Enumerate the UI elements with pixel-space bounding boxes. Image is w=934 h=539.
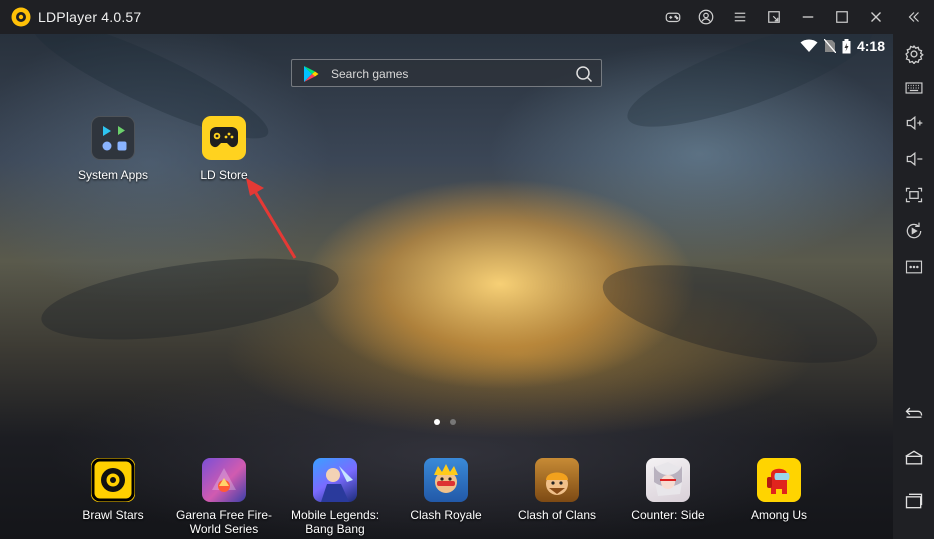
account-button[interactable] [694,5,718,29]
wallpaper-streak [594,245,886,383]
free-fire-icon [202,458,246,502]
collapse-sidebar-button[interactable] [902,5,926,29]
more-icon [905,260,923,274]
screenshot-button[interactable] [903,184,925,206]
dock-app-brawl-stars[interactable]: Brawl Stars [58,458,168,522]
dock-app-label: Counter: Side [631,508,705,522]
dock-app-label: Among Us [750,508,808,522]
dock-app-among-us[interactable]: Among Us [724,458,834,522]
settings-button[interactable] [903,43,925,65]
keyboard-icon [905,82,923,94]
dock-app-label: Mobile Legends: Bang Bang [290,508,380,536]
clash-royale-icon [424,458,468,502]
dock-app-label: Brawl Stars [82,508,144,522]
home-button[interactable] [903,447,925,469]
gamepad-button[interactable] [661,5,685,29]
dock-app-counter-side[interactable]: Counter: Side [613,458,723,522]
annotation-arrow [246,178,297,259]
volume-up-button[interactable] [903,112,925,134]
brawl-stars-icon [91,458,135,502]
title-bar: LDPlayer 4.0.57 [0,0,934,34]
dock-app-label: Garena Free Fire- World Series [175,508,273,536]
dock-app-label: Clash Royale [410,508,482,522]
window-title: LDPlayer 4.0.57 [38,9,142,25]
collapse-sidebar-icon [908,12,919,22]
page-dot-1[interactable] [434,419,440,425]
wifi-icon [800,39,818,52]
rotate-icon [906,222,922,239]
menu-icon [734,12,746,22]
no-sim-icon [823,39,836,53]
search-icon[interactable] [575,65,593,83]
dock-app-free-fire[interactable]: Garena Free Fire- World Series [169,458,279,536]
back-icon [905,407,923,418]
recents-icon [905,493,923,509]
clash-of-clans-icon [535,458,579,502]
recents-button[interactable] [903,490,925,512]
battery-charging-icon [842,38,851,53]
tool-sidebar [893,34,934,539]
close-button[interactable] [864,5,888,29]
screenshot-icon [905,187,923,203]
search-games-bar[interactable]: Search games [291,59,602,87]
resize-icon [768,11,780,23]
dock-app-clash-royale[interactable]: Clash Royale [391,458,501,522]
close-icon [871,12,881,22]
account-icon [698,9,714,25]
resize-button[interactable] [762,5,786,29]
maximize-icon [836,11,848,23]
volume-down-button[interactable] [903,148,925,170]
gamepad-icon [665,12,681,23]
mobile-legends-icon [313,458,357,502]
dock-app-label: Clash of Clans [517,508,597,522]
system-apps-folder-icon [91,116,135,160]
page-dot-2[interactable] [450,419,456,425]
back-button[interactable] [903,402,925,424]
system-apps-folder[interactable]: System Apps [68,116,158,182]
ldplayer-window: LDPlayer 4.0.57 4:18 Search games System… [0,0,934,539]
keyboard-button[interactable] [903,77,925,99]
system-apps-label: System Apps [77,168,149,182]
among-us-icon [757,458,801,502]
clock: 4:18 [856,38,885,54]
minimize-button[interactable] [796,5,820,29]
volume-down-icon [906,151,923,167]
page-indicator [434,419,456,425]
search-placeholder: Search games [331,67,409,81]
maximize-button[interactable] [830,5,854,29]
settings-icon [905,44,924,64]
ldplayer-logo [11,7,31,27]
home-icon [905,450,923,465]
android-home-screen: 4:18 Search games System Apps LD Store B… [0,34,893,539]
dock-app-mobile-legends[interactable]: Mobile Legends: Bang Bang [280,458,390,536]
counter-side-icon [646,458,690,502]
status-bar: 4:18 [800,38,885,54]
ld-store-icon [202,116,246,160]
minimize-icon [802,16,814,18]
dock-app-clash-of-clans[interactable]: Clash of Clans [502,458,612,522]
ld-store-app[interactable]: LD Store [179,116,269,182]
menu-button[interactable] [728,5,752,29]
volume-up-icon [906,115,923,131]
rotate-button[interactable] [903,220,925,242]
play-store-icon [304,66,319,82]
more-button[interactable] [903,256,925,278]
